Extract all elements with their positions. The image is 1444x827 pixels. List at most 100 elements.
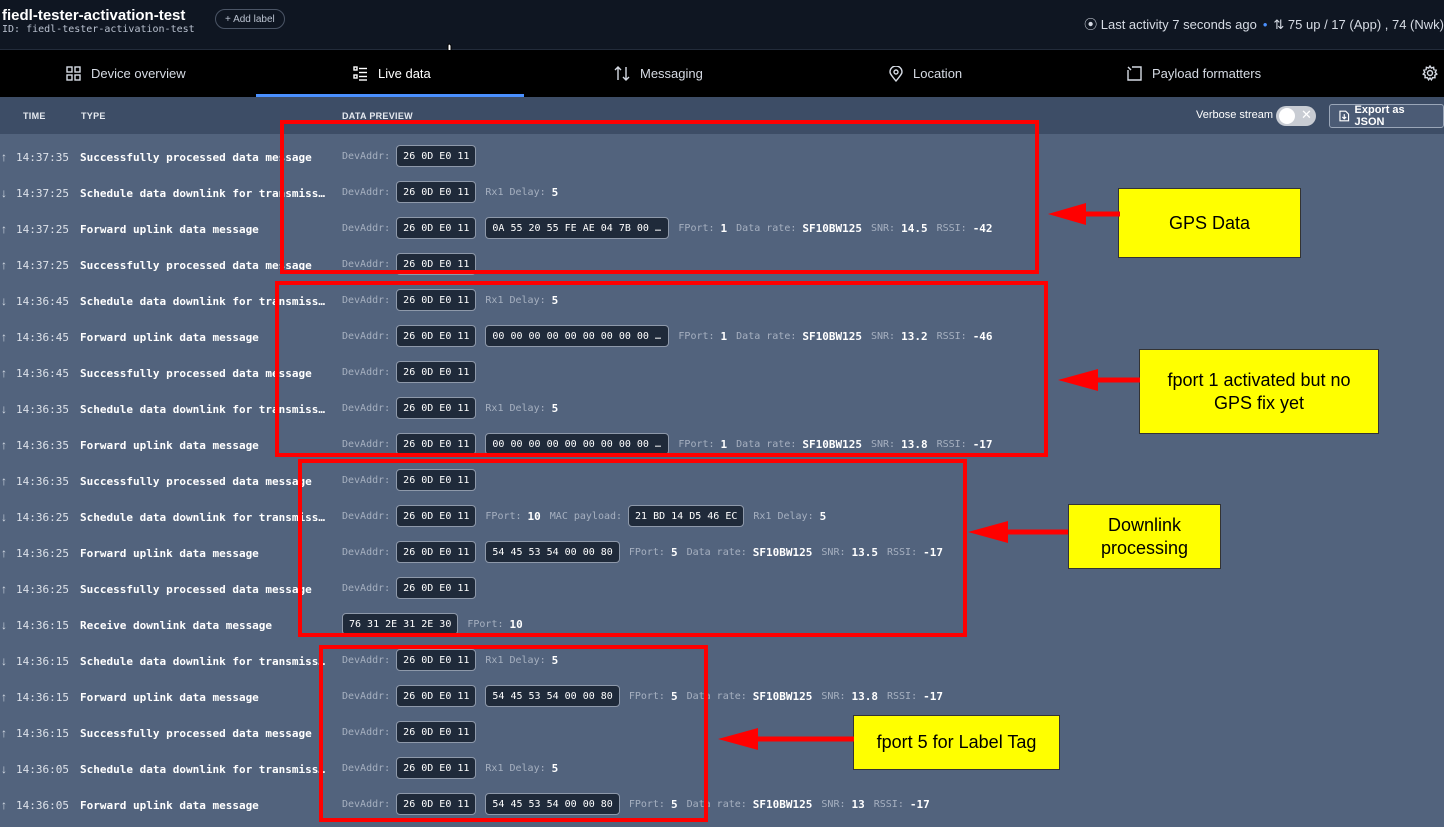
event-time: 14:36:45: [16, 295, 69, 308]
event-time: 14:36:15: [16, 655, 69, 668]
arrow-up-icon: ↑: [1, 798, 7, 812]
arrow-up-icon: ↑: [1, 690, 7, 704]
event-time: 14:37:25: [16, 223, 69, 236]
event-time: 14:36:35: [16, 475, 69, 488]
device-header: fiedl-tester-activation-test ID: fiedl-t…: [0, 0, 1444, 50]
verbose-stream-toggle[interactable]: ✕: [1276, 106, 1316, 126]
tab-live-data[interactable]: Live data: [353, 50, 431, 97]
arrow-down-icon: ↓: [1, 762, 7, 776]
list-icon: [353, 66, 367, 81]
arrow-down-icon: ↓: [1, 186, 7, 200]
traffic-counts: 75 up / 17 (App) , 74 (Nwk): [1287, 17, 1444, 32]
arrow-down-icon: ↓: [1, 294, 7, 308]
field-label: SNR:: [821, 690, 846, 702]
event-time: 14:36:35: [16, 403, 69, 416]
verbose-stream-label: Verbose stream: [1196, 109, 1274, 121]
event-time: 14:36:25: [16, 547, 69, 560]
arrow-up-icon: ↑: [1, 582, 7, 596]
tab-label: Device overview: [91, 66, 186, 81]
table-row[interactable]: ↑ 14:36:15 Forward uplink data message DevA…: [0, 679, 1444, 715]
download-icon: [1339, 110, 1350, 122]
event-type: Forward uplink data message: [80, 691, 259, 704]
arrow-down-icon: ↓: [1, 510, 7, 524]
event-type: Successfully processed data message: [80, 583, 312, 596]
event-time: 14:36:45: [16, 367, 69, 380]
add-label-button[interactable]: + Add label: [215, 9, 285, 29]
gear-icon[interactable]: [1422, 65, 1438, 81]
tab-device-overview[interactable]: Device overview: [66, 50, 186, 97]
event-time: 14:36:05: [16, 799, 69, 812]
arrow-up-icon: ↑: [1, 222, 7, 236]
col-time: TIME: [23, 111, 46, 121]
arrow-down-icon: ↓: [1, 618, 7, 632]
device-title: fiedl-tester-activation-test: [2, 7, 186, 24]
annotation-box-gps: [280, 120, 1039, 274]
tab-bar: Device overview Live data Messaging Loca…: [0, 50, 1444, 97]
arrow-up-icon: ↑: [1, 438, 7, 452]
annotation-box-downlink: [298, 459, 967, 637]
arrow-down-icon: ↓: [1, 654, 7, 668]
table-row[interactable]: ↑ 14:36:05 Forward uplink data message DevA…: [0, 787, 1444, 823]
arrow-up-icon: ↑: [1, 546, 7, 560]
tab-label: Location: [913, 66, 963, 81]
event-type: Successfully processed data message: [80, 475, 312, 488]
event-time: 14:36:25: [16, 583, 69, 596]
event-type: Schedule data downlink for transmission: [80, 763, 328, 776]
event-time: 14:36:05: [16, 763, 69, 776]
toggle-knob: [1279, 108, 1295, 124]
col-type: TYPE: [81, 111, 106, 121]
event-time: 14:37:25: [16, 259, 69, 272]
event-type: Forward uplink data message: [80, 547, 259, 560]
field-label: RSSI:: [887, 690, 918, 702]
arrow-fport5-icon: [718, 728, 854, 750]
arrow-up-icon: ↑: [1, 726, 7, 740]
export-label: Export as JSON: [1354, 104, 1405, 128]
datarate-value: SF10BW125: [752, 689, 813, 703]
tab-messaging[interactable]: Messaging: [614, 50, 703, 97]
event-type: Receive downlink data message: [80, 619, 273, 632]
activity-status: ⦿ Last activity 7 seconds ago • ⇅ 75 up / …: [1084, 14, 1444, 33]
arrow-up-icon: ↑: [1, 150, 7, 164]
updown-icon: ⇅: [1273, 17, 1288, 32]
callout-gps: GPS Data: [1118, 188, 1301, 258]
arrow-fport1-icon: [1058, 369, 1140, 391]
field-label: SNR:: [821, 798, 846, 810]
code-bracket-icon: [1127, 66, 1142, 81]
event-type: Forward uplink data message: [80, 799, 259, 812]
field-label: RSSI:: [873, 798, 904, 810]
tab-payload-formatters[interactable]: Payload formatters: [1127, 50, 1261, 97]
annotation-box-fport1: [275, 281, 1048, 457]
event-time: 14:36:15: [16, 691, 69, 704]
device-id: ID: fiedl-tester-activation-test: [2, 24, 195, 35]
event-type: Schedule data downlink for transmission: [80, 655, 328, 668]
arrow-up-icon: ↑: [1, 366, 7, 380]
event-time: 14:36:35: [16, 439, 69, 452]
table-row[interactable]: ↓ 14:36:15 Schedule data downlink for tran…: [0, 643, 1444, 679]
plus-icon: +: [225, 14, 234, 25]
annotation-box-fport5: [319, 645, 708, 822]
rssi-value: -17: [909, 797, 930, 811]
snr-value: 13.8: [851, 689, 879, 703]
event-type: Successfully processed data message: [80, 727, 312, 740]
arrows-updown-icon: [614, 66, 630, 81]
arrow-up-icon: ↑: [1, 474, 7, 488]
callout-fport5: fport 5 for Label Tag: [853, 715, 1060, 770]
add-label-text: Add label: [233, 14, 275, 25]
tab-label: Live data: [378, 66, 431, 81]
callout-downlink: Downlink processing: [1068, 504, 1221, 569]
export-json-button[interactable]: Export as JSON: [1329, 104, 1444, 128]
table-row[interactable]: ↓ 14:36:05 Schedule data downlink for tran…: [0, 751, 1444, 787]
arrow-downlink-icon: [968, 521, 1068, 543]
signal-icon: ⦿: [1084, 17, 1098, 32]
event-time: 14:36:15: [16, 619, 69, 632]
tab-label: Messaging: [640, 66, 703, 81]
arrow-up-icon: ↑: [1, 330, 7, 344]
callout-fport1: fport 1 activated but no GPS fix yet: [1139, 349, 1379, 434]
tab-location[interactable]: Location: [889, 50, 962, 97]
datarate-value: SF10BW125: [752, 797, 813, 811]
grid-icon: [66, 66, 81, 81]
arrow-down-icon: ↓: [1, 402, 7, 416]
rssi-value: -17: [923, 689, 943, 703]
arrow-gps-icon: [1048, 203, 1120, 225]
event-time: 14:37:35: [16, 151, 69, 164]
